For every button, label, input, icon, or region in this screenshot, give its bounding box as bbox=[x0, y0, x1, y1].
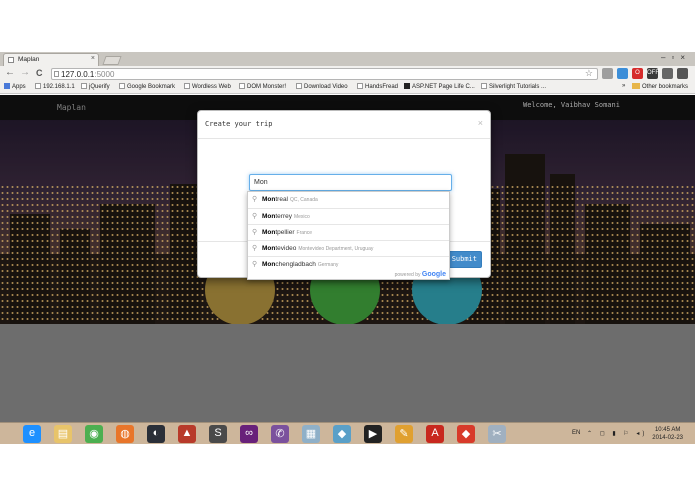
taskbar-sublime-icon[interactable]: S bbox=[209, 425, 227, 443]
taskbar-acrobat-icon[interactable]: A bbox=[426, 425, 444, 443]
bookmark-item[interactable]: Silverlight Tutorials ... bbox=[481, 83, 546, 90]
window-controls[interactable]: –▫× bbox=[661, 53, 691, 62]
taskbar-firefox-icon[interactable]: ◍ bbox=[116, 425, 134, 443]
extension-icon[interactable] bbox=[602, 68, 613, 79]
page-icon bbox=[54, 71, 59, 77]
clock-date: 2014-02-23 bbox=[652, 435, 683, 441]
destination-input[interactable] bbox=[249, 174, 452, 191]
url-text: 127.0.0.1:5000 bbox=[61, 70, 115, 79]
map-pin-icon: ⚲ bbox=[252, 196, 258, 203]
forward-button[interactable]: → bbox=[20, 67, 30, 78]
autocomplete-item[interactable]: ⚲ Monchengladbach Germany bbox=[248, 256, 449, 272]
autocomplete-item[interactable]: ⚲ Montevideo Montevideo Department, Urugu… bbox=[248, 240, 449, 256]
taskbar-explorer-icon[interactable]: ▤ bbox=[54, 425, 72, 443]
page-icon bbox=[119, 83, 125, 89]
clock-time: 10:45 AM bbox=[654, 427, 681, 433]
modal-title: Create your trip bbox=[205, 120, 273, 128]
taskbar-app5-icon[interactable]: ▲ bbox=[178, 425, 196, 443]
map-pin-icon: ⚲ bbox=[252, 261, 258, 268]
taskbar-app10-icon[interactable]: ◆ bbox=[333, 425, 351, 443]
autocomplete-item[interactable]: ⚲ Montreal QC, Canada bbox=[248, 192, 449, 208]
extension-icon[interactable]: OFF bbox=[647, 68, 659, 79]
close-icon[interactable]: × bbox=[478, 118, 483, 128]
autocomplete-item[interactable]: ⚲ Montpellier France bbox=[248, 224, 449, 240]
bookmarks-overflow-button[interactable]: » bbox=[622, 83, 625, 89]
system-clock[interactable]: 10:45 AM 2014-02-23 bbox=[652, 426, 683, 442]
address-bar[interactable]: 127.0.0.1:5000 ☆ bbox=[51, 68, 598, 80]
screen-bottom bbox=[0, 444, 695, 494]
map-pin-icon: ⚲ bbox=[252, 245, 258, 252]
bookmark-item[interactable]: ASP.NET Page Life C... bbox=[404, 83, 475, 90]
page-icon bbox=[296, 83, 302, 89]
browser-tab[interactable]: Maplan × bbox=[3, 53, 99, 66]
screen: Maplan × –▫× ← → C 127.0.0.1:5000 ☆ O OFF… bbox=[0, 0, 695, 494]
powered-by-google: powered by Google bbox=[394, 271, 446, 278]
page-icon bbox=[357, 83, 363, 89]
system-tray-icons[interactable]: ⌃ ◻ ▮ ⚐ ◂) bbox=[587, 430, 647, 437]
windows-taskbar: e ▤ ◉ ◍ ◐ ▲ S ∞ ✆ ▦ ◆ ▶ ✎ A ◆ ✂ EN ⌃ ◻ ▮ ⚐ ◂) 10:45 AM … bbox=[0, 422, 695, 444]
new-tab-button[interactable] bbox=[102, 56, 122, 65]
map-pin-icon: ⚲ bbox=[252, 213, 258, 220]
reload-button[interactable]: C bbox=[36, 68, 43, 78]
taskbar-app9-icon[interactable]: ▦ bbox=[302, 425, 320, 443]
extension-icon[interactable]: O bbox=[632, 68, 643, 79]
bookmark-other[interactable]: Other bookmarks bbox=[632, 83, 688, 90]
aspnet-icon bbox=[404, 83, 410, 89]
bookmark-item[interactable]: HandsFread bbox=[357, 83, 398, 90]
taskbar-viber-icon[interactable]: ✆ bbox=[271, 425, 289, 443]
taskbar-visual-studio-icon[interactable]: ∞ bbox=[240, 425, 258, 443]
taskbar-app15-icon[interactable]: ✂ bbox=[488, 425, 506, 443]
tab-close-icon[interactable]: × bbox=[91, 55, 95, 62]
page-icon bbox=[35, 83, 41, 89]
taskbar-app12-icon[interactable]: ✎ bbox=[395, 425, 413, 443]
extension-icon[interactable] bbox=[677, 68, 688, 79]
browser-toolbar: ← → C 127.0.0.1:5000 ☆ O OFF bbox=[0, 66, 695, 82]
taskbar-ie-icon[interactable]: e bbox=[23, 425, 41, 443]
page-icon bbox=[239, 83, 245, 89]
bookmark-star-icon[interactable]: ☆ bbox=[585, 68, 593, 79]
bookmark-item[interactable]: Download Video bbox=[296, 83, 348, 90]
page-favicon-icon bbox=[8, 57, 14, 63]
bookmark-item[interactable]: DOM Monster! bbox=[239, 83, 286, 90]
bookmark-item[interactable]: 192.168.1.1 bbox=[35, 83, 75, 90]
map-pin-icon: ⚲ bbox=[252, 229, 258, 236]
back-button[interactable]: ← bbox=[5, 67, 15, 78]
bookmark-apps[interactable]: Apps bbox=[4, 83, 26, 90]
taskbar-steam-icon[interactable]: ◐ bbox=[147, 425, 165, 443]
taskbar-chrome-icon[interactable]: ◉ bbox=[85, 425, 103, 443]
browser-tabstrip: Maplan × –▫× bbox=[0, 52, 695, 66]
taskbar-media-icon[interactable]: ▶ bbox=[364, 425, 382, 443]
taskbar-app14-icon[interactable]: ◆ bbox=[457, 425, 475, 443]
page-icon bbox=[184, 83, 190, 89]
autocomplete-item[interactable]: ⚲ Monterrey Mexico bbox=[248, 208, 449, 224]
autocomplete-dropdown: ⚲ Montreal QC, Canada ⚲ Monterrey Mexico ⚲… bbox=[247, 191, 450, 280]
bookmarks-bar: Apps 192.168.1.1 jQuerify Google Bookmar… bbox=[0, 82, 695, 94]
modal-divider bbox=[198, 138, 490, 139]
bookmark-item[interactable]: jQuerify bbox=[81, 83, 110, 90]
page-icon bbox=[81, 83, 87, 89]
bookmark-item[interactable]: Wordless Web bbox=[184, 83, 231, 90]
extension-icon[interactable] bbox=[662, 68, 673, 79]
apps-grid-icon bbox=[4, 83, 10, 89]
tab-title: Maplan bbox=[18, 56, 40, 63]
folder-icon bbox=[632, 83, 640, 89]
page-icon bbox=[481, 83, 487, 89]
bookmark-item[interactable]: Google Bookmark bbox=[119, 83, 175, 90]
language-indicator[interactable]: EN bbox=[572, 430, 580, 436]
extension-icon[interactable] bbox=[617, 68, 628, 79]
